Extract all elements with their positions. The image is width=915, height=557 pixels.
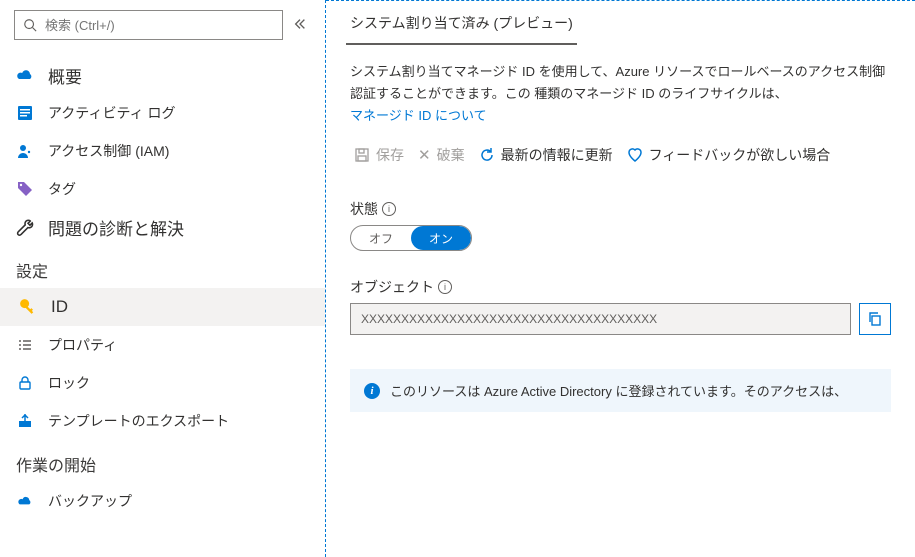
cloud-icon [16,66,34,84]
tab-system-assigned[interactable]: システム割り当て済み (プレビュー) [346,7,577,45]
key-icon [19,298,37,316]
search-input[interactable] [43,17,274,34]
activity-log-icon [16,104,34,122]
refresh-button[interactable]: 最新の情報に更新 [475,141,617,169]
export-icon [16,412,34,430]
nav-backup[interactable]: バックアップ [0,482,325,520]
nav-iam[interactable]: アクセス制御 (IAM) [0,132,325,170]
description: システム割り当てマネージド ID を使用して、Azure リソースでロールベース… [326,45,915,127]
nav-overview[interactable]: 概要 [0,56,325,94]
nav-diagnose[interactable]: 問題の診断と解決 [0,208,325,246]
status-label: 状態 [350,199,378,219]
heart-icon [627,147,643,163]
nav-label: アクティビティ ログ [48,103,176,123]
nav-id[interactable]: ID [0,288,325,326]
nav-label: ロック [48,373,90,393]
toggle-off[interactable]: オフ [351,226,411,250]
copy-button[interactable] [859,303,891,335]
nav-label: プロパティ [48,335,117,355]
refresh-icon [479,147,495,163]
nav-activity-log[interactable]: アクティビティ ログ [0,94,325,132]
chevron-double-left-icon [293,17,307,31]
close-icon: ✕ [418,146,431,164]
collapse-sidebar-button[interactable] [289,17,311,34]
nav-label: バックアップ [48,491,132,511]
info-text: このリソースは Azure Active Directory に登録されています… [390,381,847,400]
nav-label: アクセス制御 (IAM) [48,141,169,161]
tag-icon [16,180,34,198]
nav-export-template[interactable]: テンプレートのエクスポート [0,402,325,440]
info-banner: i このリソースは Azure Active Directory に登録されてい… [350,369,891,412]
info-icon: i [364,383,380,399]
person-icon [16,142,34,160]
nav-label: ID [51,297,68,317]
search-icon [23,18,37,32]
nav-tags[interactable]: タグ [0,170,325,208]
lock-icon [16,374,34,392]
properties-icon [16,336,34,354]
nav-label: 問題の診断と解決 [48,215,184,240]
discard-button[interactable]: ✕ 破棄 [414,141,469,169]
save-icon [354,147,370,163]
wrench-icon [16,218,34,236]
info-icon[interactable]: i [438,280,452,294]
save-button[interactable]: 保存 [350,141,408,169]
copy-icon [867,311,883,327]
search-box[interactable] [14,10,283,40]
feedback-button[interactable]: フィードバックが欲しい場合 [623,141,835,169]
nav-label: テンプレートのエクスポート [48,411,229,431]
nav-locks[interactable]: ロック [0,364,325,402]
toggle-on[interactable]: オン [411,226,471,250]
nav-label: 概要 [48,63,82,88]
nav-label: タグ [48,179,76,199]
nav-properties[interactable]: プロパティ [0,326,325,364]
managed-id-link[interactable]: マネージド ID について [350,108,487,123]
object-id-field: XXXXXXXXXXXXXXXXXXXXXXXXXXXXXXXXXXXXX [350,303,851,335]
status-toggle[interactable]: オフ オン [350,225,472,251]
section-settings-header: 設定 [0,246,325,288]
info-icon[interactable]: i [382,202,396,216]
section-getstarted-header: 作業の開始 [0,440,325,482]
cloud-small-icon [16,492,34,510]
object-id-label: オブジェクト [350,277,434,297]
